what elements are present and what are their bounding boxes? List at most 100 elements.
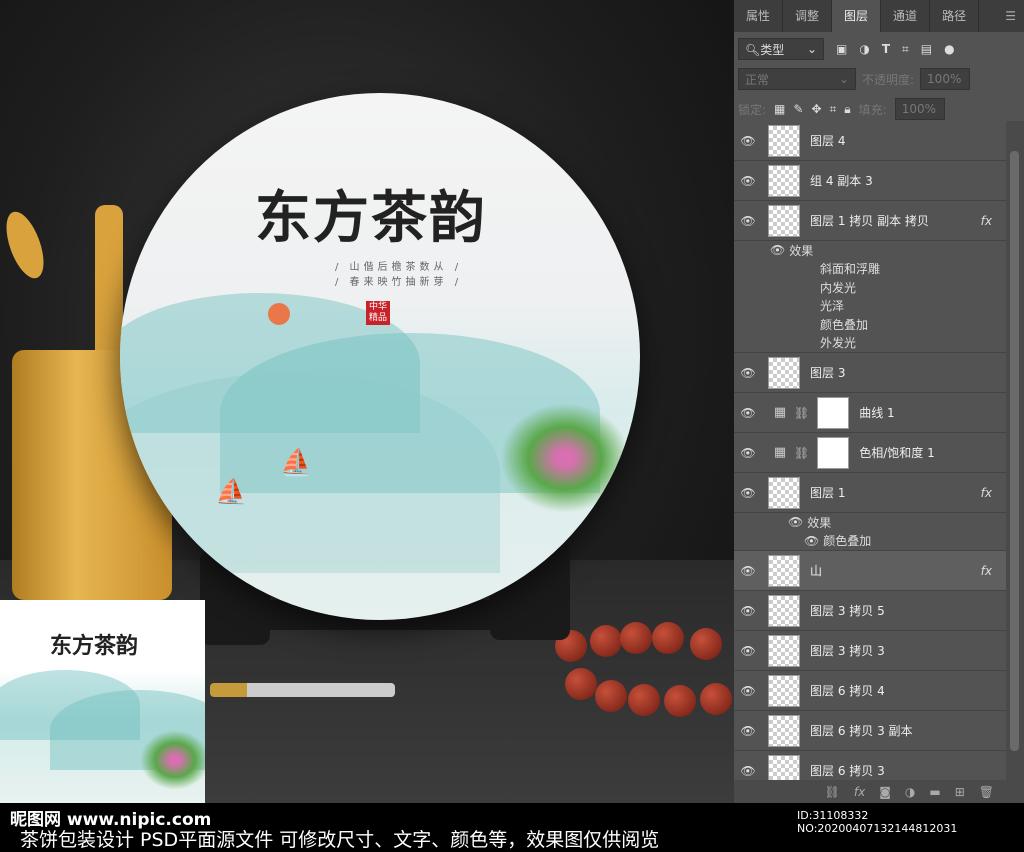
tab-channels[interactable]: 通道 bbox=[881, 0, 931, 32]
panel-menu-icon[interactable]: ☰ bbox=[1005, 9, 1016, 23]
layer-scrollbar[interactable] bbox=[1006, 121, 1024, 780]
layer-name: 组 4 副本 3 bbox=[810, 174, 873, 188]
layer-thumbnail bbox=[768, 554, 800, 587]
filter-toggle[interactable]: ● bbox=[944, 42, 954, 56]
visibility-eye-icon[interactable]: 👁︎ bbox=[734, 406, 762, 420]
bead bbox=[595, 680, 627, 712]
poem-line: / 春来映竹抽新芽 / bbox=[335, 277, 463, 288]
smart-object-filter-icon[interactable]: ▤ bbox=[921, 42, 932, 56]
layer-row[interactable]: 👁︎ 图层 6 拷贝 3 bbox=[734, 751, 1006, 780]
layer-name: 图层 3 拷贝 5 bbox=[810, 604, 885, 618]
visibility-eye-icon[interactable]: 👁︎ bbox=[770, 243, 785, 257]
bead bbox=[664, 685, 696, 717]
layer-thumbnail bbox=[768, 124, 800, 157]
fx-badge[interactable]: fx bbox=[981, 214, 992, 228]
layers-panel: 属性 调整 图层 通道 路径 ☰ 🔍︎类型 ⌄ ▣ ◑ T ⌗ ▤ ● 正常 ⌄ 不… bbox=[734, 0, 1024, 803]
trash-icon[interactable]: 🗑︎ bbox=[979, 785, 994, 799]
layer-row[interactable]: 👁︎ 图层 1 fx bbox=[734, 473, 1006, 513]
visibility-eye-icon[interactable]: 👁︎ bbox=[734, 684, 762, 698]
layer-row[interactable]: 👁︎ ▦ ⛓ 色相/饱和度 1 bbox=[734, 433, 1006, 473]
fill-input[interactable]: 100% bbox=[894, 98, 945, 120]
effect-item[interactable]: 外发光 bbox=[734, 334, 1006, 353]
poem-line: / 山偕后檐茶数从 / bbox=[335, 262, 463, 273]
effect-item[interactable]: 👁︎ 颜色叠加 bbox=[734, 532, 1006, 551]
fx-icon[interactable]: fx bbox=[854, 785, 865, 799]
visibility-eye-icon[interactable]: 👁︎ bbox=[734, 724, 762, 738]
shape-filter-icon[interactable]: ⌗ bbox=[902, 42, 909, 57]
fx-badge[interactable]: fx bbox=[981, 486, 992, 500]
effect-name: 内发光 bbox=[820, 280, 857, 295]
canvas-preview: 东方茶韵 / 山偕后檐茶数从 / / 春来映竹抽新芽 / 中华精品 ⛵ ⛵ 东方… bbox=[0, 0, 734, 803]
effect-name: 颜色叠加 bbox=[820, 317, 869, 332]
lock-artboard-icon[interactable]: ⌗ bbox=[830, 102, 837, 117]
visibility-eye-icon[interactable]: 👁︎ bbox=[734, 764, 762, 778]
effect-item[interactable]: 斜面和浮雕 bbox=[734, 260, 1006, 279]
visibility-eye-icon[interactable]: 👁︎ bbox=[734, 564, 762, 578]
effect-item[interactable]: 颜色叠加 bbox=[734, 315, 1006, 334]
new-layer-icon[interactable]: ⊞ bbox=[955, 785, 965, 799]
layer-mask-thumbnail[interactable] bbox=[817, 396, 850, 429]
layer-thumbnail bbox=[768, 754, 800, 780]
effect-item[interactable]: 内发光 bbox=[734, 278, 1006, 297]
chain-link-icon[interactable]: ⛓ bbox=[794, 406, 809, 420]
effects-group[interactable]: 👁︎ 效果 bbox=[734, 241, 1006, 260]
flowers bbox=[500, 403, 630, 513]
type-filter-icon[interactable]: T bbox=[882, 42, 890, 56]
tab-layers[interactable]: 图层 bbox=[832, 0, 882, 32]
visibility-eye-icon[interactable]: 👁︎ bbox=[734, 174, 762, 188]
visibility-eye-icon[interactable]: 👁︎ bbox=[734, 644, 762, 658]
chain-link-icon[interactable]: ⛓ bbox=[794, 446, 809, 460]
visibility-eye-icon[interactable]: 👁︎ bbox=[734, 446, 762, 460]
layer-name: 图层 3 拷贝 3 bbox=[810, 644, 885, 658]
layer-thumbnail bbox=[768, 594, 800, 627]
layer-row[interactable]: 👁︎ 图层 4 bbox=[734, 121, 1006, 161]
layer-row[interactable]: 👁︎ 图层 3 拷贝 3 bbox=[734, 631, 1006, 671]
layer-row[interactable]: 👁︎ 图层 1 拷贝 副本 拷贝 fx bbox=[734, 201, 1006, 241]
folder-icon[interactable]: ▬ bbox=[929, 785, 940, 799]
layer-row[interactable]: 👁︎ 图层 6 拷贝 3 副本 bbox=[734, 711, 1006, 751]
visibility-eye-icon[interactable]: 👁︎ bbox=[804, 534, 819, 548]
effect-name: 效果 bbox=[789, 243, 814, 258]
visibility-eye-icon[interactable]: 👁︎ bbox=[734, 604, 762, 618]
effects-group[interactable]: 👁︎ 效果 bbox=[734, 513, 1006, 532]
tab-paths[interactable]: 路径 bbox=[930, 0, 980, 32]
bead bbox=[565, 668, 597, 700]
thumbnail-preview: 东方茶韵 bbox=[0, 600, 205, 803]
layer-name: 山 bbox=[810, 564, 823, 578]
tab-adjustments[interactable]: 调整 bbox=[783, 0, 833, 32]
visibility-eye-icon[interactable]: 👁︎ bbox=[788, 515, 803, 529]
layer-list: 👁︎ 图层 4 👁︎ 组 4 副本 3 👁︎ 图层 1 拷贝 副本 拷贝 fx 👁︎ 效果 斜面和… bbox=[734, 121, 1006, 780]
layer-row[interactable]: 👁︎ 组 4 副本 3 bbox=[734, 161, 1006, 201]
fx-badge[interactable]: fx bbox=[981, 564, 992, 578]
layer-thumbnail bbox=[768, 634, 800, 667]
layer-thumbnail bbox=[768, 164, 800, 197]
visibility-eye-icon[interactable]: 👁︎ bbox=[734, 366, 762, 380]
visibility-eye-icon[interactable]: 👁︎ bbox=[734, 134, 762, 148]
lock-all-icon[interactable]: 🔒︎ bbox=[844, 102, 850, 117]
visibility-eye-icon[interactable]: 👁︎ bbox=[734, 214, 762, 228]
layer-mask-thumbnail[interactable] bbox=[817, 436, 850, 469]
image-filter-icon[interactable]: ▣ bbox=[836, 42, 847, 56]
layer-row[interactable]: 👁︎ 图层 6 拷贝 4 bbox=[734, 671, 1006, 711]
filter-type-select[interactable]: 🔍︎类型 ⌄ bbox=[738, 38, 824, 60]
thumbnail-title: 东方茶韵 bbox=[50, 633, 139, 659]
effect-item[interactable]: 光泽 bbox=[734, 297, 1006, 316]
layer-row[interactable]: 👁︎ 山 fx bbox=[734, 551, 1006, 591]
layer-row[interactable]: 👁︎ ▦ ⛓ 曲线 1 bbox=[734, 393, 1006, 433]
mask-icon[interactable]: ◙ bbox=[879, 785, 891, 799]
layer-row[interactable]: 👁︎ 图层 3 bbox=[734, 353, 1006, 393]
lock-move-icon[interactable]: ✥ bbox=[811, 102, 821, 116]
lock-transparent-icon[interactable]: ▦ bbox=[774, 102, 785, 116]
link-icon[interactable]: ⛓ bbox=[825, 785, 840, 799]
effect-name: 斜面和浮雕 bbox=[820, 262, 881, 277]
visibility-eye-icon[interactable]: 👁︎ bbox=[734, 486, 762, 500]
adjustment-layer-icon[interactable]: ◑ bbox=[905, 785, 915, 799]
tab-properties[interactable]: 属性 bbox=[734, 0, 784, 32]
layer-row[interactable]: 👁︎ 图层 3 拷贝 5 bbox=[734, 591, 1006, 631]
blend-mode-select[interactable]: 正常 ⌄ bbox=[738, 68, 856, 90]
effect-name: 颜色叠加 bbox=[823, 534, 872, 549]
bead bbox=[620, 622, 652, 654]
opacity-input[interactable]: 100% bbox=[920, 68, 971, 90]
lock-paint-icon[interactable]: ✎ bbox=[793, 102, 803, 116]
adjustment-filter-icon[interactable]: ◑ bbox=[859, 42, 869, 56]
